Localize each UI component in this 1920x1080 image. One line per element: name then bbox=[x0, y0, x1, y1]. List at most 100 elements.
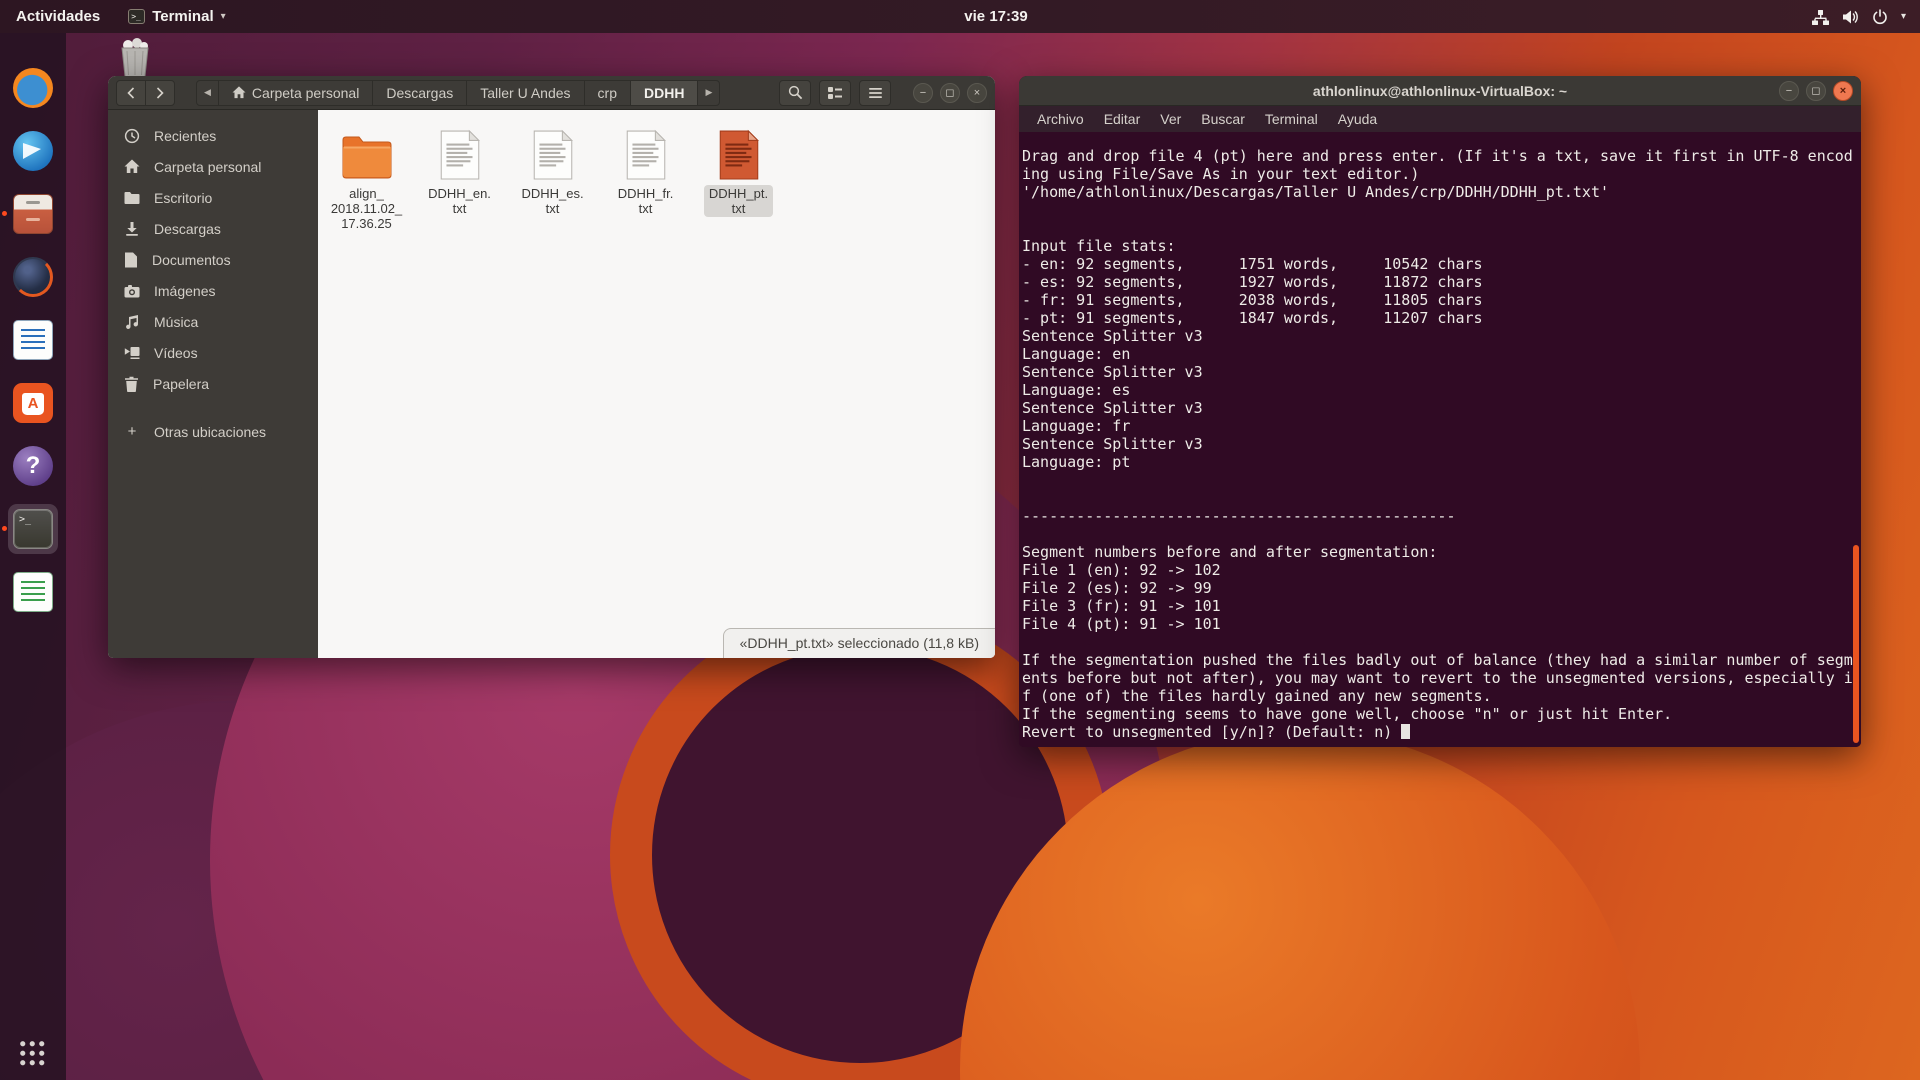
terminal-window: athlonlinux@athlonlinux-VirtualBox: ~ − … bbox=[1019, 76, 1861, 747]
breadcrumb-taller-u-andes[interactable]: Taller U Andes bbox=[466, 80, 584, 106]
close-button[interactable]: × bbox=[967, 83, 987, 103]
text-file-icon bbox=[440, 124, 480, 180]
dock-item-terminal[interactable]: >_ bbox=[8, 504, 58, 554]
hamburger-menu-icon bbox=[868, 87, 883, 99]
files-content-area[interactable]: align_ 2018.11.02_ 17.36.25 DDHH_en. txt bbox=[318, 110, 995, 658]
breadcrumb-ddhh[interactable]: DDHH bbox=[630, 80, 698, 106]
menu-archivo[interactable]: Archivo bbox=[1027, 106, 1094, 132]
music-icon bbox=[124, 314, 140, 330]
terminal-title: athlonlinux@athlonlinux-VirtualBox: ~ bbox=[1019, 83, 1861, 99]
maximize-button[interactable]: ◻ bbox=[1806, 81, 1826, 101]
files-sidebar: Recientes Carpeta personal Escritorio De… bbox=[108, 110, 318, 658]
network-wired-icon bbox=[1812, 9, 1829, 25]
file-label: DDHH_es. txt bbox=[516, 185, 588, 217]
terminal-icon: >_ bbox=[13, 509, 53, 549]
dock: ? >_ bbox=[0, 33, 66, 1080]
files-window: ◀ Carpeta personal Descargas Taller U An… bbox=[108, 76, 995, 658]
show-applications-icon[interactable] bbox=[20, 1041, 47, 1068]
dock-item-calc[interactable] bbox=[8, 567, 58, 617]
desktop-icon bbox=[124, 191, 140, 205]
activities-button[interactable]: Actividades bbox=[0, 0, 116, 33]
home-icon bbox=[232, 86, 246, 99]
dock-item-thunderbird[interactable] bbox=[8, 126, 58, 176]
menu-ayuda[interactable]: Ayuda bbox=[1328, 106, 1387, 132]
help-icon: ? bbox=[13, 446, 53, 486]
breadcrumb-descargas[interactable]: Descargas bbox=[372, 80, 467, 106]
sidebar-item-descargas[interactable]: Descargas bbox=[108, 213, 318, 244]
terminal-output[interactable]: Drag and drop file 4 (pt) here and press… bbox=[1019, 132, 1861, 747]
breadcrumb-home[interactable]: Carpeta personal bbox=[218, 80, 373, 106]
file-item-align-folder[interactable]: align_ 2018.11.02_ 17.36.25 bbox=[320, 124, 413, 232]
file-label: DDHH_fr. txt bbox=[613, 185, 679, 217]
dock-item-help[interactable]: ? bbox=[8, 441, 58, 491]
sidebar-item-imagenes[interactable]: Imágenes bbox=[108, 275, 318, 306]
app-menu-button[interactable]: >_ Terminal ▾ bbox=[116, 0, 237, 33]
file-item-ddhh-en[interactable]: DDHH_en. txt bbox=[413, 124, 506, 232]
menu-editar[interactable]: Editar bbox=[1094, 106, 1151, 132]
downloads-icon bbox=[124, 221, 140, 237]
forward-button[interactable] bbox=[145, 80, 175, 106]
system-tray[interactable]: ▾ bbox=[1806, 0, 1912, 33]
sidebar-item-musica[interactable]: Música bbox=[108, 306, 318, 337]
file-label: align_ 2018.11.02_ 17.36.25 bbox=[326, 185, 407, 232]
minimize-button[interactable]: − bbox=[913, 83, 933, 103]
sidebar-item-videos[interactable]: Vídeos bbox=[108, 337, 318, 368]
recent-icon bbox=[124, 128, 140, 144]
file-item-ddhh-fr[interactable]: DDHH_fr. txt bbox=[599, 124, 692, 232]
file-label: DDHH_en. txt bbox=[423, 185, 496, 217]
menu-buscar[interactable]: Buscar bbox=[1191, 106, 1255, 132]
search-icon bbox=[788, 85, 803, 100]
clock[interactable]: vie 17:39 bbox=[950, 0, 1042, 33]
sidebar-item-carpeta-personal[interactable]: Carpeta personal bbox=[108, 151, 318, 182]
terminal-app-icon: >_ bbox=[128, 9, 145, 24]
text-file-icon bbox=[533, 124, 573, 180]
file-item-ddhh-es[interactable]: DDHH_es. txt bbox=[506, 124, 599, 232]
firefox-icon bbox=[13, 68, 53, 108]
sidebar-item-recientes[interactable]: Recientes bbox=[108, 120, 318, 151]
home-icon bbox=[124, 159, 140, 174]
trash-icon bbox=[124, 376, 139, 392]
chevron-down-icon: ▾ bbox=[1901, 11, 1906, 22]
dock-item-writer[interactable] bbox=[8, 315, 58, 365]
dock-item-firefox[interactable] bbox=[8, 63, 58, 113]
terminal-menubar: Archivo Editar Ver Buscar Terminal Ayuda bbox=[1019, 106, 1861, 132]
libreoffice-writer-icon bbox=[13, 320, 53, 360]
power-icon bbox=[1872, 9, 1888, 25]
view-toggle-button[interactable] bbox=[819, 80, 851, 106]
back-button[interactable] bbox=[116, 80, 146, 106]
search-button[interactable] bbox=[779, 80, 811, 106]
window-menu-button[interactable] bbox=[859, 80, 891, 106]
path-scroll-right-icon[interactable]: ▶ bbox=[697, 80, 720, 106]
volume-icon bbox=[1842, 9, 1859, 25]
folder-icon bbox=[341, 124, 393, 180]
sidebar-item-escritorio[interactable]: Escritorio bbox=[108, 182, 318, 213]
desktop-trash-icon[interactable] bbox=[116, 38, 154, 78]
top-bar: Actividades >_ Terminal ▾ vie 17:39 bbox=[0, 0, 1920, 33]
pictures-icon bbox=[124, 284, 140, 298]
breadcrumb-crp[interactable]: crp bbox=[584, 80, 631, 106]
terminal-scrollbar[interactable] bbox=[1853, 545, 1859, 743]
sidebar-item-documentos[interactable]: Documentos bbox=[108, 244, 318, 275]
close-button[interactable]: × bbox=[1833, 81, 1853, 101]
sidebar-item-papelera[interactable]: Papelera bbox=[108, 368, 318, 399]
menu-ver[interactable]: Ver bbox=[1150, 106, 1191, 132]
file-item-ddhh-pt-selected[interactable]: DDHH_pt. txt bbox=[692, 124, 785, 232]
libreoffice-calc-icon bbox=[13, 572, 53, 612]
text-file-icon-selected bbox=[719, 124, 759, 180]
sidebar-item-otras-ubicaciones[interactable]: + Otras ubicaciones bbox=[108, 416, 318, 447]
chevron-down-icon: ▾ bbox=[221, 11, 226, 22]
selection-status-bar: «DDHH_pt.txt» seleccionado (11,8 kB) bbox=[723, 628, 995, 658]
dock-item-software[interactable] bbox=[8, 378, 58, 428]
terminal-cursor bbox=[1401, 724, 1410, 739]
rhythmbox-icon bbox=[13, 257, 53, 297]
ubuntu-software-icon bbox=[13, 383, 53, 423]
menu-terminal[interactable]: Terminal bbox=[1255, 106, 1328, 132]
maximize-button[interactable]: ◻ bbox=[940, 83, 960, 103]
dock-item-rhythmbox[interactable] bbox=[8, 252, 58, 302]
thunderbird-icon bbox=[13, 131, 53, 171]
videos-icon bbox=[124, 346, 140, 360]
minimize-button[interactable]: − bbox=[1779, 81, 1799, 101]
terminal-titlebar[interactable]: athlonlinux@athlonlinux-VirtualBox: ~ − … bbox=[1019, 76, 1861, 106]
dock-item-files[interactable] bbox=[8, 189, 58, 239]
path-scroll-left-icon[interactable]: ◀ bbox=[196, 80, 219, 106]
